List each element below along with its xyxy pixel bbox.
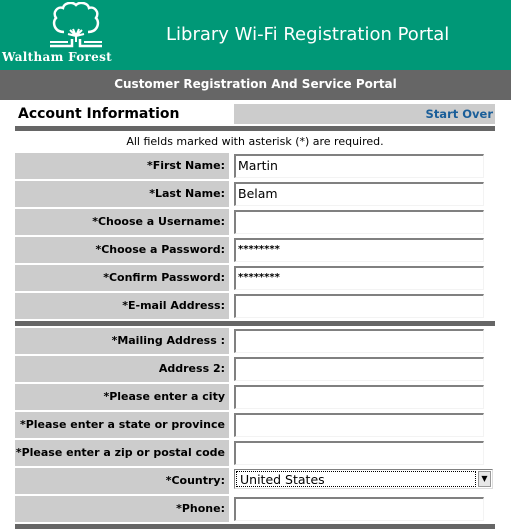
phone-label: *Phone: xyxy=(15,496,229,522)
city-row: *Please enter a city xyxy=(15,384,495,410)
username-input[interactable] xyxy=(234,210,484,234)
section-header: Account Information Start Over xyxy=(15,104,495,126)
waltham-forest-logo: Waltham Forest xyxy=(0,0,118,70)
first-name-label: *First Name: xyxy=(15,153,229,179)
logo-text: Waltham Forest xyxy=(2,50,113,64)
last-name-label: *Last Name: xyxy=(15,181,229,207)
mailing-address-label: *Mailing Address : xyxy=(15,328,229,354)
mailing-address-input[interactable] xyxy=(234,329,484,353)
password-label: *Choose a Password: xyxy=(15,237,229,263)
phone-input[interactable] xyxy=(234,497,484,521)
start-over-link[interactable]: Start Over xyxy=(426,107,493,121)
sub-header-bar: Customer Registration And Service Portal xyxy=(0,70,511,100)
last-name-input[interactable]: Belam xyxy=(234,182,484,206)
tree-icon xyxy=(50,2,102,48)
divider xyxy=(15,524,495,529)
state-row: *Please enter a state or province xyxy=(15,412,495,438)
first-name-input[interactable]: Martin xyxy=(234,154,484,178)
site-title: Library Wi-Fi Registration Portal xyxy=(166,24,450,45)
country-label: *Country: xyxy=(15,468,229,494)
country-row: *Country: United States ▼ xyxy=(15,468,495,494)
country-select[interactable]: United States ▼ xyxy=(234,469,493,489)
divider xyxy=(15,126,495,131)
zip-label: *Please enter a zip or postal code xyxy=(15,440,229,466)
zip-row: *Please enter a zip or postal code xyxy=(15,440,495,466)
state-label: *Please enter a state or province xyxy=(15,412,229,438)
city-input[interactable] xyxy=(234,385,484,409)
email-row: *E-mail Address: xyxy=(15,293,495,319)
password-input[interactable]: ******** xyxy=(234,238,484,262)
phone-row: *Phone: xyxy=(15,496,495,522)
required-notice: All fields marked with asterisk (*) are … xyxy=(126,135,384,148)
first-name-row: *First Name: Martin xyxy=(15,153,495,179)
last-name-row: *Last Name: Belam xyxy=(15,181,495,207)
address-2-input[interactable] xyxy=(234,357,484,381)
username-label: *Choose a Username: xyxy=(15,209,229,235)
confirm-password-input[interactable]: ******** xyxy=(234,266,484,290)
address-2-row: Address 2: xyxy=(15,356,495,382)
zip-input[interactable] xyxy=(234,441,484,465)
state-input[interactable] xyxy=(234,413,484,437)
confirm-password-row: *Confirm Password: ******** xyxy=(15,265,495,291)
confirm-password-label: *Confirm Password: xyxy=(15,265,229,291)
country-select-value: United States xyxy=(236,471,476,487)
email-label: *E-mail Address: xyxy=(15,293,229,319)
city-label: *Please enter a city xyxy=(15,384,229,410)
divider xyxy=(15,321,495,326)
chevron-down-icon[interactable]: ▼ xyxy=(478,471,491,487)
password-row: *Choose a Password: ******** xyxy=(15,237,495,263)
address-2-label: Address 2: xyxy=(15,356,229,382)
portal-subtitle: Customer Registration And Service Portal xyxy=(114,77,397,91)
username-row: *Choose a Username: xyxy=(15,209,495,235)
email-input[interactable] xyxy=(234,294,484,318)
start-over-bar: Start Over xyxy=(234,104,495,124)
section-title: Account Information xyxy=(18,106,180,122)
site-header: Waltham Forest Library Wi-Fi Registratio… xyxy=(0,0,511,70)
mailing-address-row: *Mailing Address : xyxy=(15,328,495,354)
